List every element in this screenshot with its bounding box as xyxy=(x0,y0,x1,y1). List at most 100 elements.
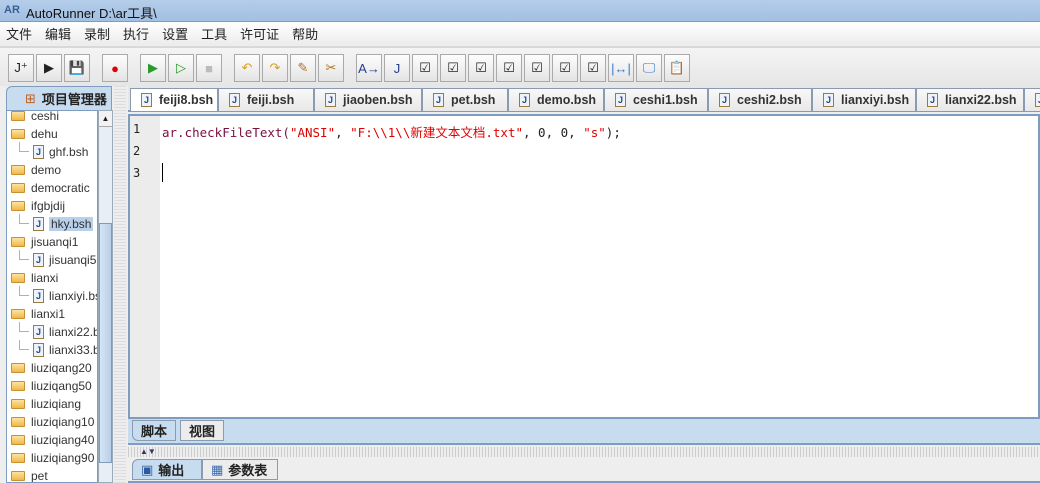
tab-view[interactable]: 视图 xyxy=(180,420,225,441)
tree-node-folder[interactable]: lianxi1 xyxy=(11,305,65,323)
tree-node-folder[interactable]: liuziqiang10 xyxy=(11,413,94,431)
folder-icon xyxy=(11,471,25,481)
step-run-icon: ▷ xyxy=(176,60,186,75)
play-button[interactable]: ▶ xyxy=(140,54,166,82)
run-file-button[interactable]: ▶ xyxy=(36,54,62,82)
tree-node-folder[interactable]: liuziqiang90 xyxy=(11,449,94,467)
editor-tab[interactable]: Jlianxi22.bsh xyxy=(916,88,1024,111)
undo-button[interactable]: ↶ xyxy=(234,54,260,82)
folder-icon xyxy=(11,183,25,193)
script-view-button[interactable]: J xyxy=(384,54,410,82)
tree-node-folder[interactable]: liuziqang20 xyxy=(11,359,92,377)
tree-node-folder[interactable]: jisuanqi1 xyxy=(11,233,78,251)
collapse-arrows-icon[interactable]: ▲▼ xyxy=(140,447,156,456)
menu-item[interactable]: 执行 xyxy=(123,24,149,43)
tree-node-folder[interactable]: lianxi xyxy=(11,269,58,287)
tree-scrollbar[interactable]: ▲ xyxy=(98,110,113,483)
tree-node-folder[interactable]: demo xyxy=(11,161,61,179)
tab-script[interactable]: 脚本 xyxy=(132,420,177,441)
tree-node-folder[interactable]: ceshi xyxy=(11,110,60,125)
tree-node-label: liuziqang50 xyxy=(31,379,92,393)
redo-button[interactable]: ↷ xyxy=(262,54,288,82)
check-2-button[interactable]: ☑ xyxy=(440,54,466,82)
editor-tab[interactable]: Jceshi1.bsh xyxy=(604,88,708,111)
notepad-button[interactable]: 📋 xyxy=(664,54,690,82)
tree-node-folder[interactable]: ifgbjdij xyxy=(11,197,65,215)
editor-tab[interactable]: Jdemo.bsh xyxy=(508,88,604,111)
check-4-button[interactable]: ☑ xyxy=(496,54,522,82)
check-6-icon: ☑ xyxy=(559,60,571,75)
tab-label: 项目管理器 xyxy=(41,92,107,107)
menu-item[interactable]: 设置 xyxy=(162,24,188,43)
stop-button[interactable]: ■ xyxy=(196,54,222,82)
tree-node-label: democratic xyxy=(31,181,90,195)
step-run-button[interactable]: ▷ xyxy=(168,54,194,82)
editor-tab[interactable]: Jceshi2.bsh xyxy=(708,88,812,111)
folder-icon xyxy=(11,381,25,391)
monitor-button[interactable]: 🖵 xyxy=(636,54,662,82)
script-file-icon: J xyxy=(33,325,44,339)
editor-tab[interactable]: Jpet.bsh xyxy=(422,88,508,111)
tree-node-folder[interactable]: pet xyxy=(11,467,48,482)
tree-node-folder[interactable]: dehu xyxy=(11,125,58,143)
tab-label: 视图 xyxy=(189,424,216,439)
tab-output[interactable]: ▣ 输出 xyxy=(132,459,202,480)
editor-tab[interactable]: J xyxy=(1024,88,1040,111)
tree-node-label: jisuanqi1 xyxy=(31,235,79,249)
folder-icon xyxy=(11,273,25,283)
editor-tab[interactable]: Jjiaoben.bsh xyxy=(314,88,422,111)
code-editor[interactable]: 1 2 3 ar.checkFileText("ANSI", "F:\\1\\新建文… xyxy=(128,114,1040,419)
folder-icon xyxy=(11,201,25,211)
save-icon: 💾 xyxy=(68,60,86,75)
tree-node-file[interactable]: Jhky.bsh xyxy=(33,215,94,233)
script-file-icon: J xyxy=(325,93,336,107)
split-button[interactable]: |↔| xyxy=(608,54,634,82)
menu-item[interactable]: 工具 xyxy=(201,24,227,43)
view-tab-bar: 脚本 视图 xyxy=(128,419,1040,445)
tab-parameters[interactable]: ▦ 参数表 xyxy=(202,459,278,480)
script-file-icon: J xyxy=(33,289,44,303)
save-button[interactable]: 💾 xyxy=(64,54,90,82)
project-tree: ceshi dehu Jghf.bsh demo democratic ifgbjdij J… xyxy=(6,110,98,483)
record-button[interactable]: ● xyxy=(102,54,128,82)
check-6-button[interactable]: ☑ xyxy=(552,54,578,82)
check-7-button[interactable]: ☑ xyxy=(580,54,606,82)
text-insert-button[interactable]: A→ xyxy=(356,54,382,82)
menu-item[interactable]: 编辑 xyxy=(45,24,71,43)
editor-tab[interactable]: Jlianxiyi.bsh xyxy=(812,88,916,111)
menu-item[interactable]: 录制 xyxy=(84,24,110,43)
tree-node-file[interactable]: Jlianxi22.bsh xyxy=(33,323,97,341)
menu-item[interactable]: 文件 xyxy=(6,24,32,43)
tree-node-file[interactable]: Jjisuanqi5 xyxy=(33,251,96,269)
check-5-button[interactable]: ☑ xyxy=(524,54,550,82)
stop-icon: ■ xyxy=(205,60,213,76)
code-line-1[interactable]: ar.checkFileText("ANSI", "F:\\1\\新建文本文档.… xyxy=(162,122,621,141)
menu-item[interactable]: 帮助 xyxy=(292,24,318,43)
check-1-button[interactable]: ☑ xyxy=(412,54,438,82)
tree-node-folder[interactable]: liuziqang50 xyxy=(11,377,92,395)
tree-node-file[interactable]: Jlianxiyi.bsh xyxy=(33,287,97,305)
new-script-button[interactable]: J⁺ xyxy=(8,54,34,82)
script-file-icon: J xyxy=(433,93,444,107)
tree-node-file[interactable]: Jghf.bsh xyxy=(33,143,88,161)
editor-tab[interactable]: Jfeiji8.bsh xyxy=(130,88,218,111)
tree-node-file[interactable]: Jlianxi33.bsh xyxy=(33,341,97,359)
folder-icon xyxy=(11,399,25,409)
tree-node-label: ceshi xyxy=(31,110,60,123)
tab-project-manager[interactable]: ⊞ 项目管理器 xyxy=(6,86,112,110)
brush-button[interactable]: ✎ xyxy=(290,54,316,82)
script-file-icon: J xyxy=(33,343,44,357)
scroll-up-button[interactable]: ▲ xyxy=(99,111,112,127)
horizontal-splitter[interactable]: ▲▼ xyxy=(128,447,1040,457)
line-number: 3 xyxy=(133,166,141,180)
tree-node-folder[interactable]: liuziqiang xyxy=(11,395,81,413)
tree-node-folder[interactable]: liuziqiang40 xyxy=(11,431,94,449)
menu-item[interactable]: 许可证 xyxy=(240,24,279,43)
scroll-thumb[interactable] xyxy=(99,223,112,463)
editor-tab[interactable]: Jfeiji.bsh xyxy=(218,88,314,111)
script-file-icon: J xyxy=(33,145,44,159)
tools-button[interactable]: ✂ xyxy=(318,54,344,82)
vertical-splitter[interactable] xyxy=(114,86,126,483)
check-3-button[interactable]: ☑ xyxy=(468,54,494,82)
tree-node-folder[interactable]: democratic xyxy=(11,179,90,197)
